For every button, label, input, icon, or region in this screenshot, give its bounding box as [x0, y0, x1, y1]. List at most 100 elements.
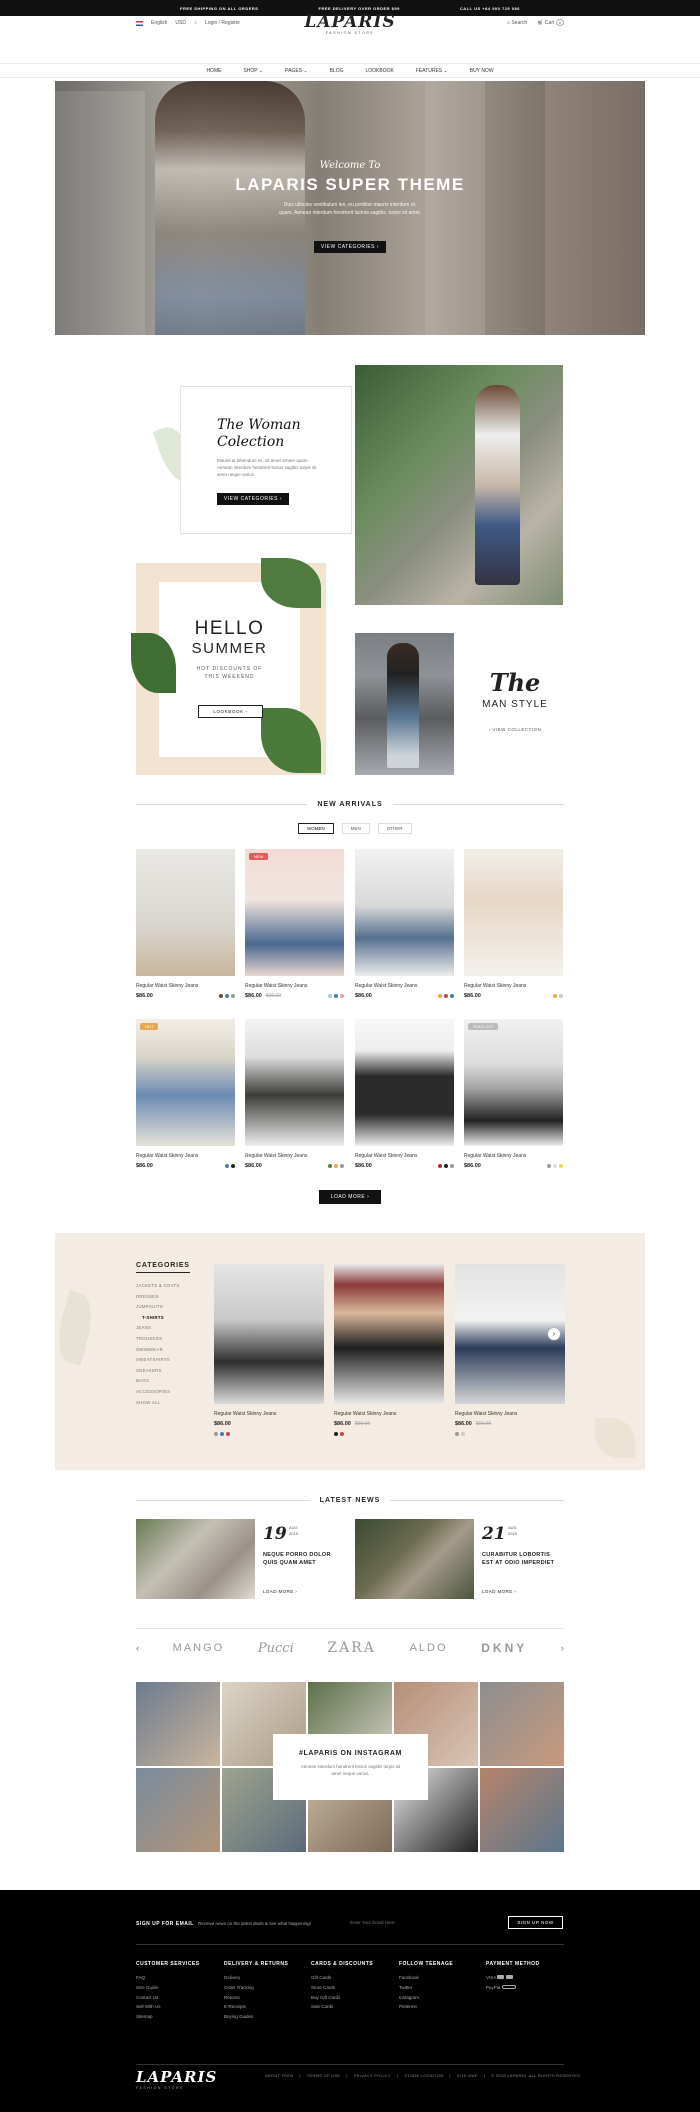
chevron-left-icon[interactable]: ‹ — [136, 1643, 139, 1653]
category-item[interactable]: JACKETS & COATS — [136, 1283, 190, 1288]
nav-buy-now[interactable]: BUY NOW — [470, 68, 494, 74]
category-product-card[interactable]: Regular Waist Skinny Jeans $86.00 — [214, 1264, 324, 1436]
footer-link[interactable]: Store Cards — [311, 1985, 373, 1990]
footer-link[interactable]: Sale Cards — [311, 2004, 373, 2009]
color-swatch[interactable] — [334, 1164, 338, 1168]
currency-selector[interactable]: USD — [175, 20, 186, 26]
product-card[interactable]: SOLD OUT Regular Waist Skinny Jeans $86.… — [464, 1019, 563, 1169]
product-name[interactable]: Regular Waist Skinny Jeans — [334, 1411, 444, 1417]
category-product-card[interactable]: Regular Waist Skinny Jeans $86.00 $96.00 — [455, 1264, 565, 1436]
footer-link[interactable]: Gift Cards — [311, 1975, 373, 1980]
footer-link[interactable]: Delivery — [224, 1975, 288, 1980]
footer-link-privacy[interactable]: PRIVACY POLICY — [354, 2073, 391, 2078]
cart-button[interactable]: 🛒︎ Cart 0 — [537, 19, 564, 26]
instagram-photo[interactable] — [136, 1768, 220, 1852]
product-name[interactable]: Regular Waist Skinny Jeans — [355, 1153, 454, 1159]
nav-pages[interactable]: PAGES ⌄ — [285, 68, 307, 74]
chevron-right-icon[interactable]: › — [561, 1643, 564, 1653]
news-post-2[interactable]: 21 AUG 2018 CURABITUR LOBORTIS EST AT ODI… — [355, 1519, 570, 1599]
footer-link[interactable]: Size Guide — [136, 1985, 200, 1990]
woman-view-categories-button[interactable]: VIEW CATEGORIES › — [217, 493, 289, 505]
product-card[interactable]: NEW Regular Waist Skinny Jeans $86.00 $96… — [245, 849, 344, 999]
brand-pucci[interactable]: Pucci — [258, 1641, 294, 1656]
brand-aldo[interactable]: ALDO — [410, 1642, 448, 1654]
footer-link[interactable]: Buying Guides — [224, 2014, 288, 2019]
product-card[interactable]: Regular Waist Skinny Jeans $86.00 — [464, 849, 563, 999]
login-register-link[interactable]: Login / Register — [205, 20, 240, 26]
instagram-photo[interactable] — [480, 1768, 564, 1852]
nav-shop[interactable]: SHOP ⌄ — [243, 68, 263, 74]
category-item[interactable]: JUMPSUITS — [136, 1304, 190, 1309]
color-swatch[interactable] — [225, 994, 229, 998]
color-swatch[interactable] — [461, 1432, 465, 1436]
language-selector[interactable]: English — [151, 20, 167, 26]
color-swatch[interactable] — [328, 994, 332, 998]
newsletter-email-input[interactable] — [350, 1916, 500, 1928]
instagram-photo[interactable] — [136, 1682, 220, 1766]
brand-dkny[interactable]: DKNY — [481, 1641, 527, 1655]
color-swatch[interactable] — [553, 1164, 557, 1168]
color-swatch[interactable] — [214, 1432, 218, 1436]
footer-link[interactable]: Instagram — [399, 1995, 453, 2000]
product-image[interactable] — [355, 1019, 454, 1146]
product-name[interactable]: Regular Waist Skinny Jeans — [136, 1153, 235, 1159]
product-card[interactable]: Regular Waist Skinny Jeans $86.00 — [355, 849, 454, 999]
view-collection-link[interactable]: › VIEW COLLECTION — [470, 727, 560, 732]
footer-link[interactable]: Returns — [224, 1995, 288, 2000]
nav-features[interactable]: FEATURES ⌄ — [416, 68, 448, 74]
product-name[interactable]: Regular Waist Skinny Jeans — [355, 983, 454, 989]
carousel-next-arrow[interactable]: › — [548, 1328, 560, 1340]
color-swatch[interactable] — [340, 1164, 344, 1168]
product-name[interactable]: Regular Waist Skinny Jeans — [464, 1153, 563, 1159]
product-card[interactable]: Regular Waist Skinny Jeans $86.00 — [245, 1019, 344, 1169]
footer-link[interactable]: Pinterest — [399, 2004, 453, 2009]
category-item[interactable]: ACCESSORIES — [136, 1389, 190, 1394]
brand-mango[interactable]: MANGO — [173, 1642, 225, 1654]
category-item[interactable]: T-SHIRTS — [136, 1315, 190, 1320]
product-image[interactable] — [355, 849, 454, 976]
color-swatch[interactable] — [455, 1432, 459, 1436]
footer-link[interactable]: Contact Us — [136, 1995, 200, 2000]
color-swatch[interactable] — [220, 1432, 224, 1436]
footer-link[interactable]: Sell With Us — [136, 2004, 200, 2009]
color-swatch[interactable] — [444, 1164, 448, 1168]
footer-link-terms[interactable]: TERMS OF USE — [307, 2073, 341, 2078]
color-swatch[interactable] — [547, 1164, 551, 1168]
color-swatch[interactable] — [450, 994, 454, 998]
nav-blog[interactable]: BLOG — [330, 68, 344, 74]
category-item[interactable]: JEANS — [136, 1325, 190, 1330]
product-image[interactable]: NEW — [245, 849, 344, 976]
product-card[interactable]: Regular Waist Skinny Jeans $86.00 — [136, 849, 235, 999]
footer-link[interactable]: FAQ — [136, 1975, 200, 1980]
search-button[interactable]: ⌕ Search — [507, 20, 527, 26]
color-swatch[interactable] — [334, 994, 338, 998]
product-card[interactable]: HOT Regular Waist Skinny Jeans $86.00 — [136, 1019, 235, 1169]
product-card[interactable]: Regular Waist Skinny Jeans $86.00 — [355, 1019, 454, 1169]
footer-link[interactable]: E-Receipts — [224, 2004, 288, 2009]
color-swatch[interactable] — [553, 994, 557, 998]
tab-other[interactable]: OTHER — [377, 823, 412, 834]
footer-link[interactable]: Sitemap — [136, 2014, 200, 2019]
news-post-1[interactable]: 19 AUG 2018 NEQUE PORRO DOLOR QUIS QUAM A… — [136, 1519, 351, 1599]
category-item[interactable]: BAGS — [136, 1378, 190, 1383]
product-name[interactable]: Regular Waist Skinny Jeans — [214, 1411, 324, 1417]
color-swatch[interactable] — [328, 1164, 332, 1168]
hero-view-categories-button[interactable]: VIEW CATEGORIES › — [314, 241, 386, 253]
footer-link[interactable]: Order Tracking — [224, 1985, 288, 1990]
category-item[interactable]: TROUSERS — [136, 1336, 190, 1341]
footer-link-store[interactable]: STORE LOCATION — [404, 2073, 443, 2078]
footer-logo[interactable]: LAPARIS FASHION STORE — [136, 2068, 217, 2090]
footer-link[interactable]: Twitter — [399, 1985, 453, 1990]
nav-lookbook[interactable]: LOOKBOOK — [365, 68, 393, 74]
color-swatch[interactable] — [225, 1164, 229, 1168]
color-swatch[interactable] — [340, 994, 344, 998]
category-item[interactable]: DRESSES — [136, 1294, 190, 1299]
footer-link[interactable]: Buy Gift Cards — [311, 1995, 373, 2000]
brand-zara[interactable]: ZARA — [327, 1640, 376, 1656]
product-image[interactable]: SOLD OUT — [464, 1019, 563, 1146]
product-image[interactable] — [334, 1264, 444, 1404]
product-name[interactable]: Regular Waist Skinny Jeans — [245, 983, 344, 989]
color-swatch[interactable] — [559, 994, 563, 998]
load-more-button[interactable]: LOAD MORE › — [319, 1190, 381, 1204]
color-swatch[interactable] — [438, 1164, 442, 1168]
